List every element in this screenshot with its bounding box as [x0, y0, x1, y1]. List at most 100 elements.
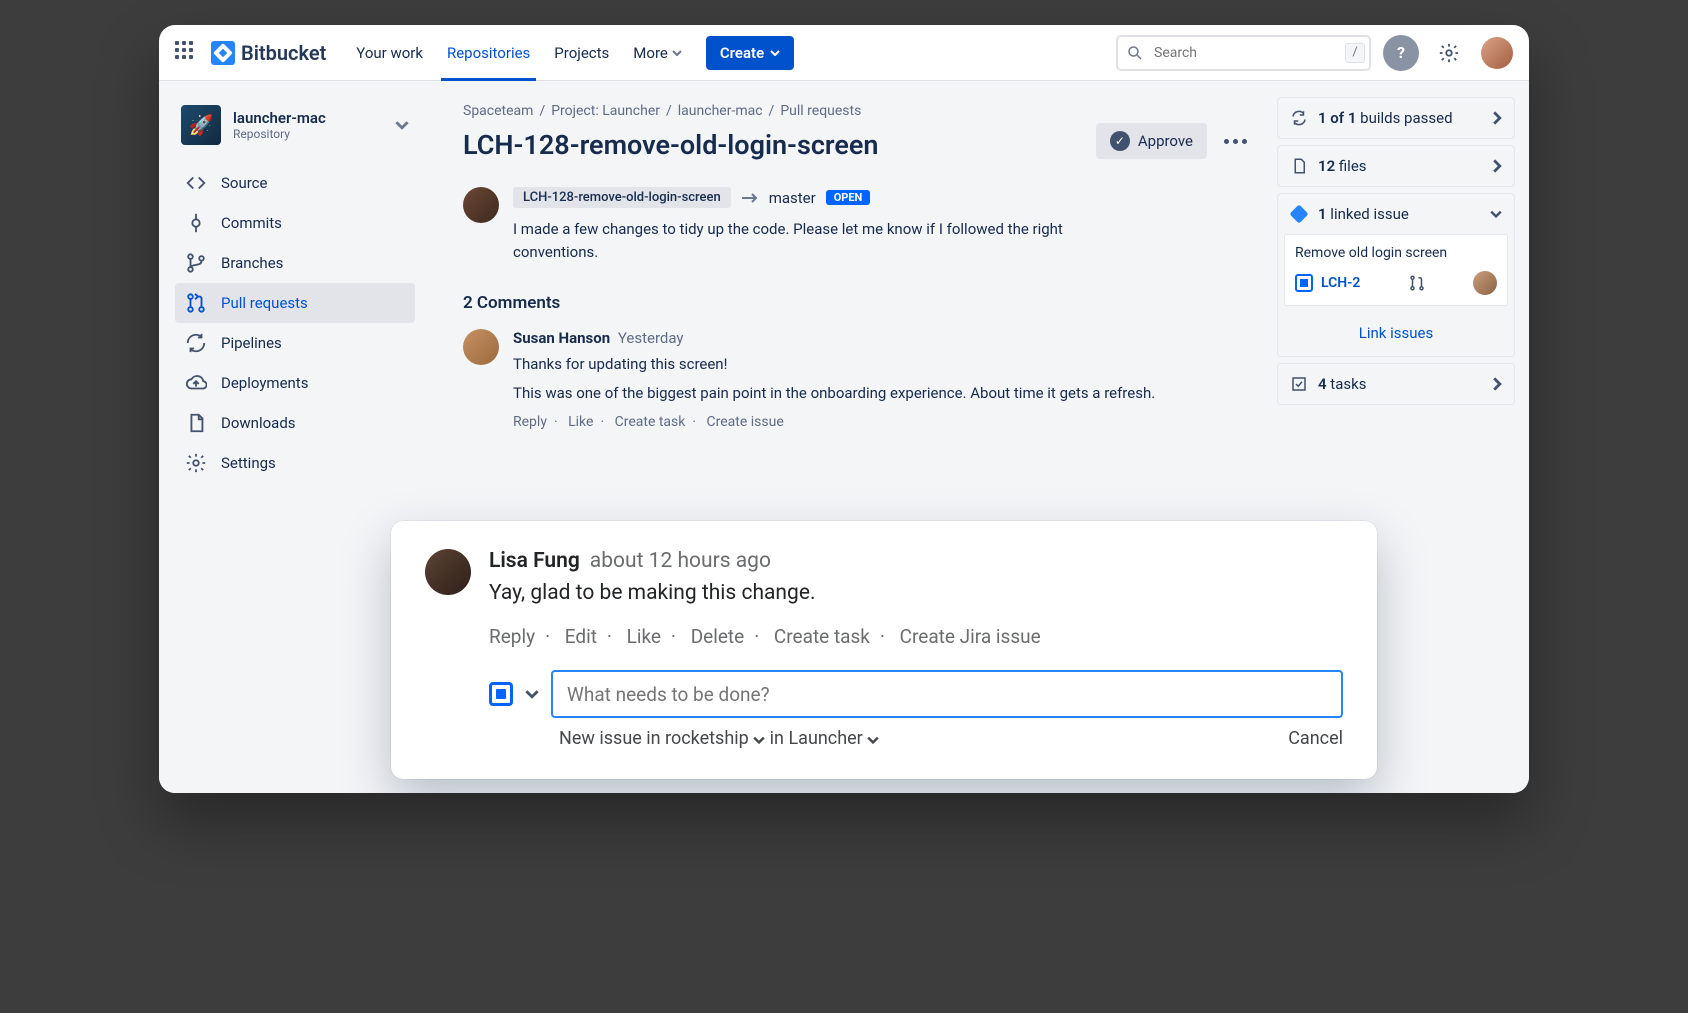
sidebar-item-deployments[interactable]: Deployments [175, 363, 415, 403]
comment-actions: Reply· Edit· Like· Delete· Create task· … [425, 625, 1343, 648]
product-name: Bitbucket [241, 41, 326, 65]
refresh-icon [1290, 109, 1308, 127]
comment-body: Yay, glad to be making this change. [489, 581, 1343, 605]
window: Bitbucket Your work Repositories Project… [159, 25, 1529, 793]
page-title: LCH-128-remove-old-login-screen [463, 129, 879, 161]
repo-switcher[interactable]: 🚀 launcher-mac Repository [175, 97, 415, 161]
document-icon [185, 412, 207, 434]
search-icon [1126, 44, 1144, 62]
chevron-down-icon [867, 736, 879, 744]
nav-repositories[interactable]: Repositories [437, 25, 540, 81]
create-jira-issue-link[interactable]: Create Jira issue [900, 625, 1041, 648]
active-comment-card: Lisa Fung about 12 hours ago Yay, glad t… [391, 521, 1377, 779]
user-avatar[interactable] [1481, 37, 1513, 69]
status-badge: OPEN [826, 190, 871, 205]
repo-avatar-icon: 🚀 [181, 105, 221, 145]
target-branch[interactable]: master [769, 189, 816, 207]
crumb[interactable]: Pull requests [780, 103, 861, 119]
sidebar-item-downloads[interactable]: Downloads [175, 403, 415, 443]
app-switcher-icon[interactable] [175, 41, 199, 65]
linked-issue-card: 1 linked issue Remove old login screen L… [1277, 193, 1515, 357]
crumb[interactable]: Spaceteam [463, 103, 533, 119]
comment-time: about 12 hours ago [590, 549, 771, 573]
files-card[interactable]: 12 files [1277, 145, 1515, 187]
search-shortcut: / [1345, 43, 1365, 63]
tasks-card[interactable]: 4 tasks [1277, 363, 1515, 405]
chevron-right-icon [1492, 159, 1502, 173]
comment-body: This was one of the biggest pain point i… [513, 382, 1173, 405]
chevron-down-icon [395, 118, 409, 132]
check-icon: ✓ [1110, 131, 1130, 151]
jira-icon [1290, 205, 1308, 223]
comment: Susan Hanson Yesterday Thanks for updati… [463, 329, 1253, 430]
file-icon [1290, 157, 1308, 175]
cycle-icon [185, 332, 207, 354]
delete-link[interactable]: Delete [691, 625, 745, 648]
branch-row: LCH-128-remove-old-login-screen master O… [513, 187, 1253, 208]
comment-author: Susan Hanson [513, 329, 610, 347]
settings-icon[interactable] [1431, 35, 1467, 71]
checkbox-icon [1290, 375, 1308, 393]
logo[interactable]: Bitbucket [211, 41, 326, 65]
cancel-link[interactable]: Cancel [1288, 728, 1343, 749]
edit-link[interactable]: Edit [565, 625, 597, 648]
chevron-right-icon [1492, 377, 1502, 391]
nav-projects[interactable]: Projects [544, 25, 619, 81]
topnav: Bitbucket Your work Repositories Project… [159, 25, 1529, 81]
help-icon[interactable]: ? [1383, 35, 1419, 71]
sidebar-item-branches[interactable]: Branches [175, 243, 415, 283]
chevron-down-icon [770, 50, 780, 56]
branch-icon [185, 252, 207, 274]
like-link[interactable]: Like [627, 625, 661, 648]
issue-target-hint[interactable]: New issue in rocketship in Launcher [559, 728, 879, 749]
like-link[interactable]: Like [568, 414, 593, 430]
sidebar-item-pipelines[interactable]: Pipelines [175, 323, 415, 363]
sidebar-nav: Source Commits Branches Pull requests Pi… [175, 163, 415, 483]
nav-your-work[interactable]: Your work [346, 25, 433, 81]
chevron-down-icon [753, 736, 765, 744]
sidebar-item-settings[interactable]: Settings [175, 443, 415, 483]
issue-key[interactable]: LCH-2 [1321, 275, 1360, 291]
author-avatar [463, 187, 499, 223]
repo-type: Repository [233, 127, 326, 141]
comments-heading: 2 Comments [463, 293, 1253, 313]
approve-button[interactable]: ✓ Approve [1096, 123, 1207, 159]
code-icon [185, 172, 207, 194]
create-task-link[interactable]: Create task [774, 625, 870, 648]
create-button[interactable]: Create [706, 36, 794, 70]
pull-request-icon [1408, 274, 1426, 292]
chevron-down-icon [672, 50, 682, 56]
search-input[interactable] [1116, 35, 1371, 71]
nav-more[interactable]: More [623, 25, 692, 81]
sidebar-item-commits[interactable]: Commits [175, 203, 415, 243]
builds-card[interactable]: 1 of 1 builds passed [1277, 97, 1515, 139]
bitbucket-icon [211, 41, 235, 65]
crumb[interactable]: launcher-mac [678, 103, 763, 119]
reply-link[interactable]: Reply [513, 414, 547, 430]
more-actions-button[interactable] [1217, 123, 1253, 159]
breadcrumb: Spaceteam/ Project: Launcher/ launcher-m… [463, 103, 1253, 119]
linked-issue[interactable]: Remove old login screen LCH-2 [1284, 234, 1508, 306]
issue-summary-input[interactable] [551, 670, 1343, 718]
issuetype-icon [1295, 274, 1313, 292]
repo-name: launcher-mac [233, 109, 326, 127]
reply-link[interactable]: Reply [489, 625, 535, 648]
chevron-down-icon[interactable] [525, 689, 539, 699]
pull-request-icon [185, 292, 207, 314]
comment-body: Thanks for updating this screen! [513, 353, 1173, 376]
linked-issue-title: Remove old login screen [1295, 245, 1497, 261]
comment-author: Lisa Fung [489, 549, 580, 573]
sidebar-item-pull-requests[interactable]: Pull requests [175, 283, 415, 323]
source-branch[interactable]: LCH-128-remove-old-login-screen [513, 187, 731, 208]
sidebar-item-source[interactable]: Source [175, 163, 415, 203]
crumb[interactable]: Project: Launcher [551, 103, 660, 119]
main-content: Spaceteam/ Project: Launcher/ launcher-m… [431, 81, 1277, 793]
comment-time: Yesterday [618, 329, 684, 347]
create-task-link[interactable]: Create task [615, 414, 686, 430]
comment-actions: Reply· Like· Create task· Create issue [513, 414, 1253, 430]
search: / [1116, 35, 1371, 71]
comment-avatar [425, 549, 471, 595]
issuetype-icon[interactable] [489, 682, 513, 706]
create-issue-link[interactable]: Create issue [707, 414, 784, 430]
link-issues-button[interactable]: Link issues [1278, 314, 1514, 356]
